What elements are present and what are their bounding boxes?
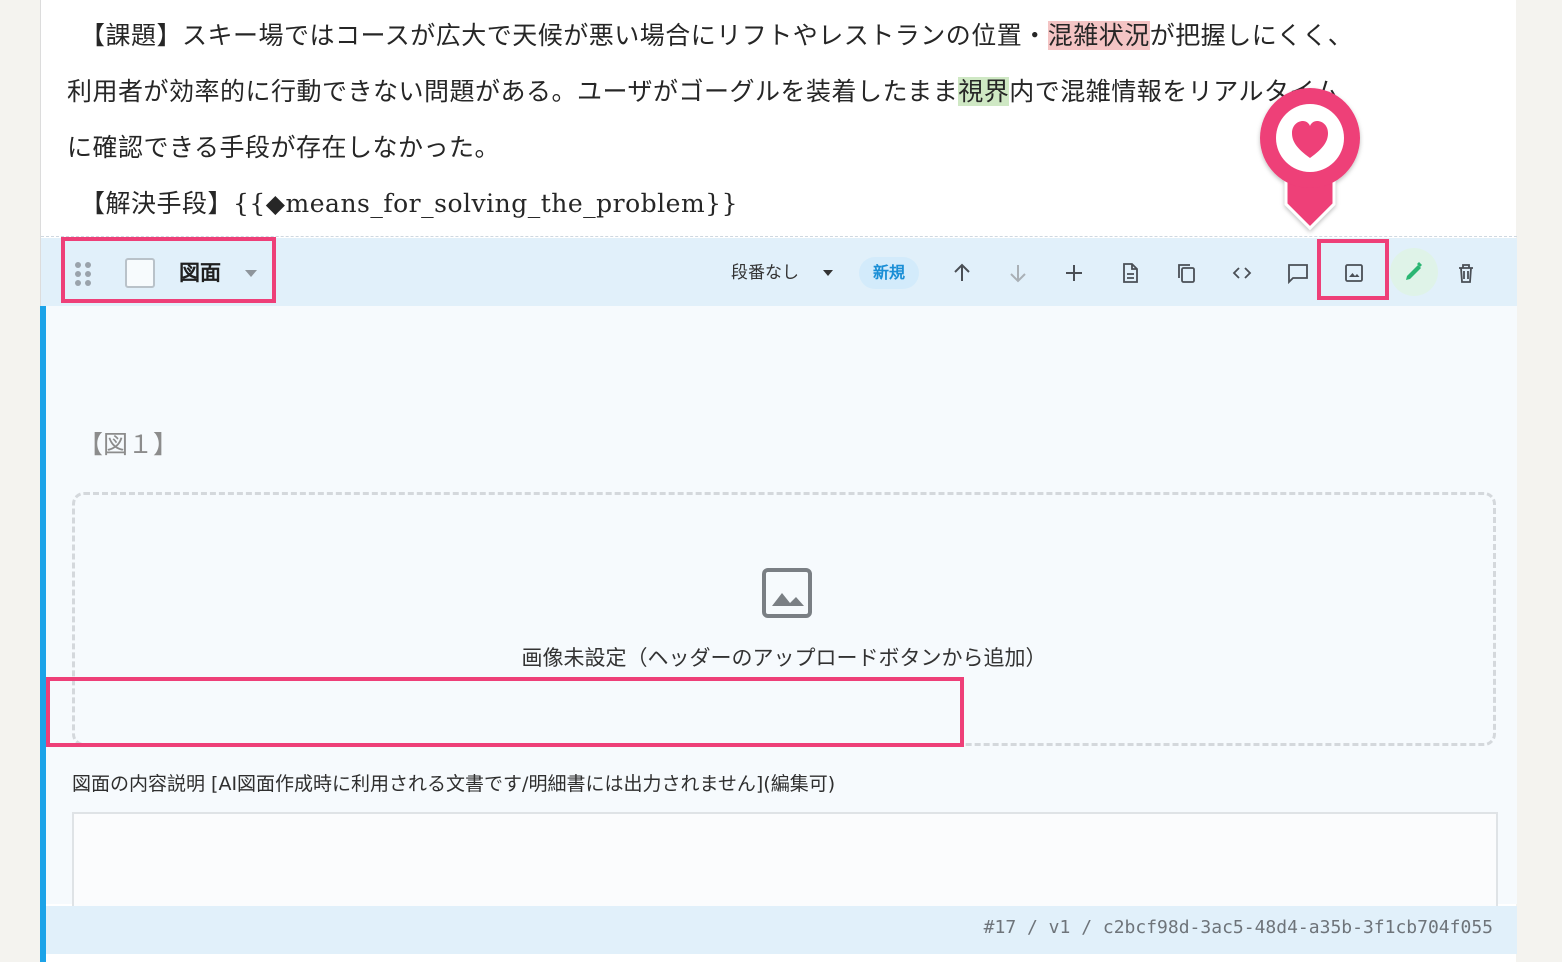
image-placeholder-icon bbox=[762, 568, 812, 618]
pencil-icon bbox=[1406, 262, 1422, 280]
move-down-icon[interactable] bbox=[1000, 255, 1036, 291]
image-placeholder-text: 画像未設定（ヘッダーのアップロードボタンから追加） bbox=[521, 646, 1047, 670]
numbering-select[interactable]: 段番なし bbox=[731, 260, 799, 286]
figure-number-label: 【図１】 bbox=[78, 430, 179, 459]
block-footer: #17 / v1 / c2bcf98d-3ac5-48d4-a35b-3f1cb… bbox=[46, 906, 1517, 954]
code-icon[interactable] bbox=[1224, 255, 1260, 291]
paragraph-problem-line1: 【課題】スキー場ではコースが広大で天候が悪い場合にリフトやレストランの位置・混雑… bbox=[67, 21, 1354, 50]
block-id: #17 / v1 / c2bcf98d-3ac5-48d4-a35b-3f1cb… bbox=[983, 917, 1493, 938]
annotation-highlight-image-button bbox=[1317, 239, 1389, 300]
status-badge: 新規 bbox=[859, 257, 919, 289]
comment-icon[interactable] bbox=[1280, 255, 1316, 291]
edit-button[interactable] bbox=[1390, 248, 1438, 296]
highlight-congestion: 混雑状況 bbox=[1047, 21, 1150, 50]
heart-marker-icon bbox=[1260, 88, 1360, 231]
description-label: 図面の内容説明 [AI図面作成時に利用される文書です/明細書には出力されません]… bbox=[72, 773, 836, 795]
figure-body: 【図１】 画像未設定（ヘッダーのアップロードボタンから追加） 図面の内容説明 [… bbox=[46, 306, 1517, 952]
document-icon[interactable] bbox=[1112, 255, 1148, 291]
caret-down-icon[interactable] bbox=[823, 270, 833, 276]
delete-icon[interactable] bbox=[1448, 255, 1484, 291]
annotation-highlight-block-type bbox=[61, 237, 276, 303]
annotation-highlight-description bbox=[46, 677, 964, 747]
copy-icon[interactable] bbox=[1168, 255, 1204, 291]
highlight-field-of-view: 視界 bbox=[958, 77, 1010, 106]
move-up-icon[interactable] bbox=[944, 255, 980, 291]
add-icon[interactable] bbox=[1056, 255, 1092, 291]
figure-block: 図面 段番なし 新規 【図１】 画像未設定（ヘッダーのアップロードボタンから追加… bbox=[40, 236, 1517, 962]
